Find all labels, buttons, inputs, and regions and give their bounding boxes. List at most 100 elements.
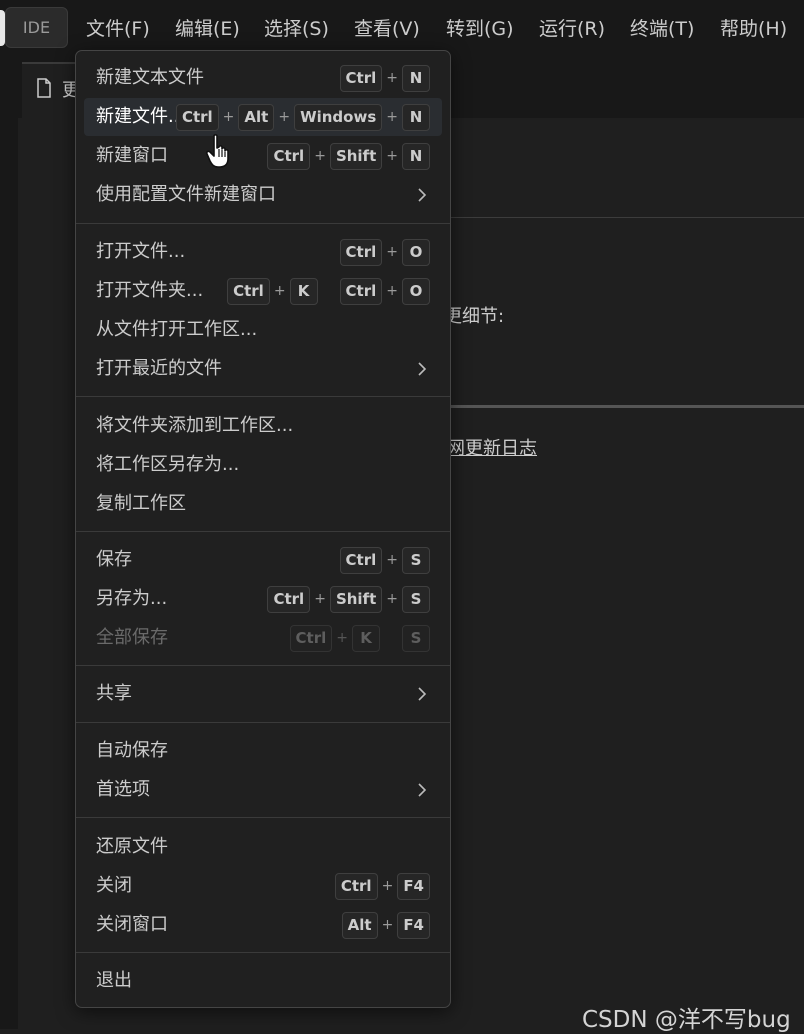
menu-separator xyxy=(76,817,450,818)
editor-detail-text: 更细节: xyxy=(444,302,504,328)
menu-item-label: 将文件夹添加到工作区... xyxy=(96,413,293,439)
key: Ctrl xyxy=(335,873,378,900)
key: Ctrl xyxy=(340,239,383,266)
menu-item-label: 打开文件夹... xyxy=(96,278,203,304)
menu-item-share[interactable]: 共享 xyxy=(84,675,442,713)
key: Ctrl xyxy=(176,104,219,131)
menu-separator xyxy=(76,223,450,224)
key: S xyxy=(402,547,430,574)
menu-item-save-workspace-as[interactable]: 将工作区另存为... xyxy=(84,446,442,484)
menu-help[interactable]: 帮助(H) xyxy=(720,15,787,43)
key: Ctrl xyxy=(267,143,310,170)
menu-item-label: 复制工作区 xyxy=(96,491,186,517)
key: S xyxy=(402,586,430,613)
menu-item-save-all[interactable]: 全部保存 Ctrl+ K S xyxy=(84,619,442,657)
key: N xyxy=(402,65,430,92)
key: Alt xyxy=(238,104,274,131)
changelog-link[interactable]: 网更新日志 xyxy=(447,434,537,460)
key: Windows xyxy=(294,104,382,131)
editor-divider xyxy=(450,217,804,218)
key: K xyxy=(290,278,318,305)
chevron-right-icon xyxy=(414,187,430,203)
menu-item-label: 新建窗口 xyxy=(96,143,168,169)
chevron-right-icon xyxy=(414,361,430,377)
file-icon xyxy=(36,78,52,98)
menu-item-duplicate-workspace[interactable]: 复制工作区 xyxy=(84,485,442,523)
key: Shift xyxy=(330,143,382,170)
menu-item-close-window[interactable]: 关闭窗口 Alt+ F4 xyxy=(84,906,442,944)
shortcut: Alt+ F4 xyxy=(342,911,430,939)
menu-file[interactable]: 文件(F) xyxy=(86,15,150,43)
menu-separator xyxy=(76,531,450,532)
menu-item-save[interactable]: 保存 Ctrl+ S xyxy=(84,541,442,579)
editor-rule xyxy=(450,405,804,408)
menu-item-label: 关闭窗口 xyxy=(96,912,168,938)
menu-terminal[interactable]: 终端(T) xyxy=(630,15,694,43)
menu-item-label: 使用配置文件新建窗口 xyxy=(96,182,276,208)
menu-edit[interactable]: 编辑(E) xyxy=(175,15,240,43)
menu-item-label: 退出 xyxy=(96,968,132,994)
menu-item-label: 自动保存 xyxy=(96,738,168,764)
key: O xyxy=(402,278,430,305)
menu-item-open-workspace[interactable]: 从文件打开工作区... xyxy=(84,311,442,349)
hand-pointer-icon xyxy=(204,133,238,169)
menu-item-label: 打开文件... xyxy=(96,239,185,265)
menu-item-open-file[interactable]: 打开文件... Ctrl+ O xyxy=(84,233,442,271)
shortcut: Ctrl+ K S xyxy=(290,624,430,652)
menu-item-new-file[interactable]: 新建文件... Ctrl+ Alt+ Windows+ N xyxy=(84,98,442,136)
shortcut: Ctrl+ Alt+ Windows+ N xyxy=(176,103,430,131)
shortcut: Ctrl+ K Ctrl+ O xyxy=(227,277,430,305)
key: Ctrl xyxy=(290,625,333,652)
shortcut: Ctrl+ O xyxy=(340,238,430,266)
menu-item-exit[interactable]: 退出 xyxy=(84,962,442,1000)
menu-item-label: 新建文件... xyxy=(96,104,185,130)
menu-item-label: 新建文本文件 xyxy=(96,65,204,91)
key: Shift xyxy=(330,586,382,613)
activity-bar xyxy=(0,58,18,1029)
menu-go[interactable]: 转到(G) xyxy=(446,15,514,43)
menu-separator xyxy=(76,952,450,953)
key: Ctrl xyxy=(227,278,270,305)
key: F4 xyxy=(397,912,430,939)
menu-item-close[interactable]: 关闭 Ctrl+ F4 xyxy=(84,867,442,905)
menu-item-new-window-with-profile[interactable]: 使用配置文件新建窗口 xyxy=(84,176,442,214)
key: N xyxy=(402,143,430,170)
shortcut: Ctrl+ Shift+ S xyxy=(267,585,430,613)
menu-item-preferences[interactable]: 首选项 xyxy=(84,771,442,809)
shortcut: Ctrl+ Shift+ N xyxy=(267,142,430,170)
key: Ctrl xyxy=(340,65,383,92)
file-menu: 新建文本文件 Ctrl+ N 新建文件... Ctrl+ Alt+ Window… xyxy=(75,50,451,1008)
menu-item-save-as[interactable]: 另存为... Ctrl+ Shift+ S xyxy=(84,580,442,618)
menu-item-label: 全部保存 xyxy=(96,625,168,651)
menu-item-new-text-file[interactable]: 新建文本文件 Ctrl+ N xyxy=(84,59,442,97)
shortcut: Ctrl+ F4 xyxy=(335,872,430,900)
key: Ctrl xyxy=(267,586,310,613)
menu-item-new-window[interactable]: 新建窗口 Ctrl+ Shift+ N xyxy=(84,137,442,175)
menu-item-label: 还原文件 xyxy=(96,834,168,860)
menu-item-open-recent[interactable]: 打开最近的文件 xyxy=(84,350,442,388)
key: Ctrl xyxy=(340,547,383,574)
key: N xyxy=(402,104,430,131)
menu-item-label: 另存为... xyxy=(96,586,167,612)
menu-item-label: 打开最近的文件 xyxy=(96,356,222,382)
menu-item-label: 将工作区另存为... xyxy=(96,452,239,478)
menu-item-label: 共享 xyxy=(96,681,132,707)
menu-item-add-folder-to-workspace[interactable]: 将文件夹添加到工作区... xyxy=(84,407,442,445)
chevron-right-icon xyxy=(414,782,430,798)
menu-separator xyxy=(76,665,450,666)
ide-button[interactable]: IDE xyxy=(5,7,68,48)
menu-selection[interactable]: 选择(S) xyxy=(264,15,329,43)
menu-item-open-folder[interactable]: 打开文件夹... Ctrl+ K Ctrl+ O xyxy=(84,272,442,310)
key: O xyxy=(402,239,430,266)
menu-item-auto-save[interactable]: 自动保存 xyxy=(84,732,442,770)
key: Ctrl xyxy=(340,278,383,305)
key: F4 xyxy=(397,873,430,900)
menu-run[interactable]: 运行(R) xyxy=(539,15,605,43)
key: Alt xyxy=(342,912,378,939)
menu-separator xyxy=(76,396,450,397)
shortcut: Ctrl+ S xyxy=(340,546,430,574)
menu-item-revert-file[interactable]: 还原文件 xyxy=(84,828,442,866)
key: S xyxy=(402,625,430,652)
key: K xyxy=(352,625,380,652)
menu-view[interactable]: 查看(V) xyxy=(354,15,420,43)
